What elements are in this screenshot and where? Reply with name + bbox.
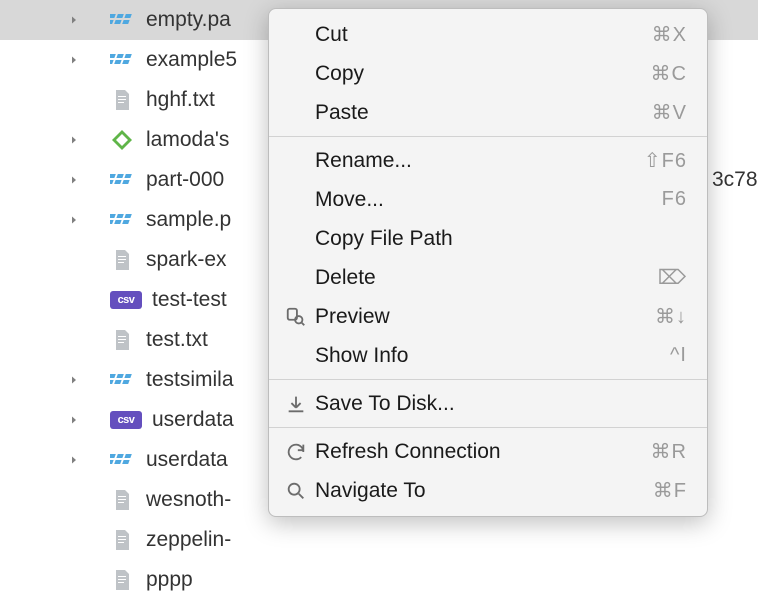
- menu-item-label: Rename...: [313, 149, 644, 173]
- menu-item-label: Copy File Path: [313, 227, 687, 251]
- file-name: zeppelin-: [146, 528, 231, 552]
- menu-item-copy[interactable]: Copy⌘C: [269, 54, 707, 93]
- refresh-icon: [279, 441, 313, 463]
- menu-shortcut: ⌘F: [653, 478, 687, 503]
- context-menu: Cut⌘XCopy⌘CPaste⌘VRename...⇧F6Move...F6C…: [268, 8, 708, 517]
- menu-item-label: Delete: [313, 266, 658, 290]
- menu-item-label: Cut: [313, 23, 652, 47]
- menu-item-paste[interactable]: Paste⌘V: [269, 93, 707, 132]
- parquet-icon: [110, 368, 134, 392]
- file-name: userdata: [152, 408, 234, 432]
- file-name: userdata: [146, 448, 228, 472]
- file-name: pppp: [146, 568, 193, 592]
- disclosure-chevron-icon[interactable]: [68, 134, 80, 146]
- menu-item-label: Refresh Connection: [313, 440, 651, 464]
- file-name: test-test: [152, 288, 227, 312]
- csv-icon: csv: [110, 291, 142, 309]
- menu-shortcut: ⌘↓: [655, 304, 687, 329]
- menu-shortcut: ⌘V: [652, 100, 687, 125]
- menu-item-delete[interactable]: Delete⌦: [269, 258, 707, 297]
- menu-item-save-to-disk[interactable]: Save To Disk...: [269, 384, 707, 423]
- csv-icon: csv: [110, 411, 142, 429]
- file-name: lamoda's: [146, 128, 229, 152]
- disclosure-chevron-icon[interactable]: [68, 14, 80, 26]
- menu-item-navigate-to[interactable]: Navigate To⌘F: [269, 471, 707, 510]
- parquet-icon: [110, 8, 134, 32]
- disclosure-chevron-icon[interactable]: [68, 454, 80, 466]
- disclosure-chevron-icon[interactable]: [68, 214, 80, 226]
- file-name: hghf.txt: [146, 88, 215, 112]
- menu-item-rename[interactable]: Rename...⇧F6: [269, 141, 707, 180]
- file-icon: [110, 88, 134, 112]
- file-name: spark-ex: [146, 248, 227, 272]
- menu-item-move[interactable]: Move...F6: [269, 180, 707, 219]
- menu-item-copy-file-path[interactable]: Copy File Path: [269, 219, 707, 258]
- menu-shortcut: ⌦: [658, 265, 687, 290]
- menu-item-label: Paste: [313, 101, 652, 125]
- diamond-icon: [110, 128, 134, 152]
- menu-item-refresh-connection[interactable]: Refresh Connection⌘R: [269, 432, 707, 471]
- file-name: empty.pa: [146, 8, 231, 32]
- search-icon: [279, 480, 313, 502]
- menu-item-label: Save To Disk...: [313, 392, 687, 416]
- menu-shortcut: ^I: [670, 344, 687, 367]
- menu-shortcut: ⌘C: [651, 61, 687, 86]
- menu-item-label: Show Info: [313, 344, 670, 368]
- parquet-icon: [110, 48, 134, 72]
- file-name: sample.p: [146, 208, 231, 232]
- file-name: example5: [146, 48, 237, 72]
- menu-item-label: Move...: [313, 188, 662, 212]
- disclosure-chevron-icon[interactable]: [68, 374, 80, 386]
- menu-item-label: Preview: [313, 305, 655, 329]
- menu-separator: [269, 136, 707, 137]
- file-icon: [110, 328, 134, 352]
- disclosure-chevron-icon[interactable]: [68, 414, 80, 426]
- tree-row[interactable]: pppp: [0, 560, 758, 600]
- file-icon: [110, 568, 134, 592]
- menu-shortcut: ⇧F6: [644, 148, 687, 173]
- tree-row[interactable]: zeppelin-: [0, 520, 758, 560]
- parquet-icon: [110, 208, 134, 232]
- menu-item-label: Copy: [313, 62, 651, 86]
- menu-separator: [269, 427, 707, 428]
- file-name: wesnoth-: [146, 488, 231, 512]
- menu-item-show-info[interactable]: Show Info^I: [269, 336, 707, 375]
- file-name: testsimila: [146, 368, 234, 392]
- disclosure-chevron-icon[interactable]: [68, 174, 80, 186]
- disclosure-chevron-icon[interactable]: [68, 54, 80, 66]
- preview-icon: [279, 306, 313, 328]
- file-icon: [110, 488, 134, 512]
- menu-item-label: Navigate To: [313, 479, 653, 503]
- menu-separator: [269, 379, 707, 380]
- menu-shortcut: F6: [662, 188, 687, 211]
- menu-shortcut: ⌘R: [651, 439, 687, 464]
- save-icon: [279, 393, 313, 415]
- parquet-icon: [110, 448, 134, 472]
- menu-item-preview[interactable]: Preview⌘↓: [269, 297, 707, 336]
- file-name: test.txt: [146, 328, 208, 352]
- parquet-icon: [110, 168, 134, 192]
- menu-shortcut: ⌘X: [652, 22, 687, 47]
- file-name: part-000: [146, 168, 224, 192]
- file-icon: [110, 248, 134, 272]
- menu-item-cut[interactable]: Cut⌘X: [269, 15, 707, 54]
- file-name-overflow: 3c78: [712, 168, 758, 192]
- file-icon: [110, 528, 134, 552]
